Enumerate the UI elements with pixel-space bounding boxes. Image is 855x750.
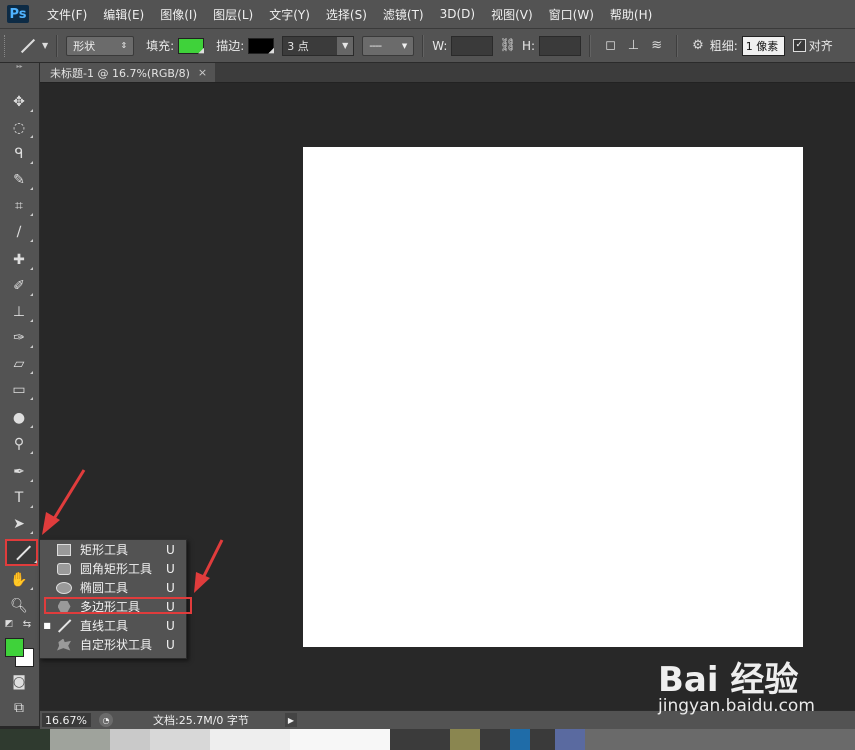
zoom-level-field[interactable]: 16.67% <box>42 713 91 727</box>
watermark-brand: Bai 经验 <box>658 660 799 700</box>
status-info-icon[interactable]: ◔ <box>99 713 113 727</box>
taskbar-strip <box>0 729 855 750</box>
annotation-arrows <box>42 469 224 593</box>
baidu-jingyan-watermark: Bai 经验 jingyan.baidu.com <box>650 652 850 732</box>
play-arrow-icon[interactable]: ▶ <box>285 713 297 727</box>
watermark-url: jingyan.baidu.com <box>658 696 815 716</box>
arrow-to-line-tool <box>42 469 86 535</box>
document-info: 文档:25.7M/0 字节 <box>153 714 249 727</box>
arrow-to-polygon-tool <box>194 539 224 593</box>
